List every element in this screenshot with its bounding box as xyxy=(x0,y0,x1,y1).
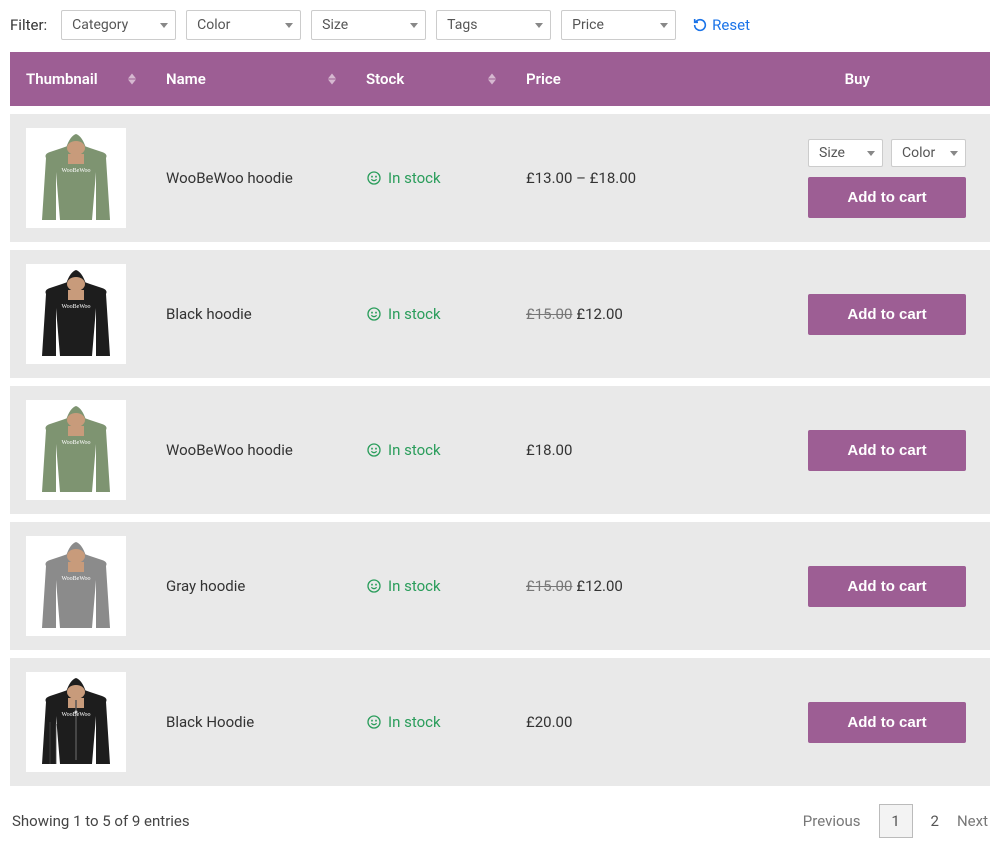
filter-category[interactable]: Category xyxy=(61,10,176,40)
stock-status: In stock xyxy=(366,441,494,459)
product-table: Thumbnail Name Stock Price Buy WooBeWoo … xyxy=(10,52,990,786)
undo-icon xyxy=(692,17,708,33)
filter-color[interactable]: Color xyxy=(186,10,301,40)
sort-icon xyxy=(328,74,336,85)
reset-label: Reset xyxy=(712,16,750,34)
add-to-cart-button[interactable]: Add to cart xyxy=(808,702,966,743)
product-thumbnail[interactable]: WooBeWoo xyxy=(26,672,126,772)
svg-text:WooBeWoo: WooBeWoo xyxy=(61,304,90,310)
next-button[interactable]: Next xyxy=(957,812,988,830)
product-thumbnail[interactable]: WooBeWoo xyxy=(26,400,126,500)
product-name[interactable]: Black hoodie xyxy=(150,242,350,378)
smiley-icon xyxy=(366,578,382,594)
previous-button[interactable]: Previous xyxy=(803,812,861,830)
product-thumbnail[interactable]: WooBeWoo xyxy=(26,264,126,364)
add-to-cart-button[interactable]: Add to cart xyxy=(808,566,966,607)
col-thumbnail[interactable]: Thumbnail xyxy=(10,52,150,106)
filter-price[interactable]: Price xyxy=(561,10,676,40)
filter-tags[interactable]: Tags xyxy=(436,10,551,40)
table-row: WooBeWoo WooBeWoo hoodie In stock £13.00 –… xyxy=(10,106,990,242)
stock-status: In stock xyxy=(366,305,494,323)
product-price: £13.00 – £18.00 xyxy=(510,106,690,242)
variant-color-select[interactable]: Color xyxy=(891,139,966,167)
smiley-icon xyxy=(366,170,382,186)
pagination: Previous 12 Next xyxy=(803,804,988,838)
smiley-icon xyxy=(366,442,382,458)
product-price: £20.00 xyxy=(510,650,690,786)
svg-text:WooBeWoo: WooBeWoo xyxy=(61,440,90,446)
sort-icon xyxy=(488,74,496,85)
table-footer: Showing 1 to 5 of 9 entries Previous 12 … xyxy=(10,786,990,844)
reset-button[interactable]: Reset xyxy=(692,16,750,34)
filter-label: Filter: xyxy=(10,16,47,34)
variant-size-select[interactable]: Size xyxy=(808,139,883,167)
svg-text:WooBeWoo: WooBeWoo xyxy=(61,712,90,718)
product-thumbnail[interactable]: WooBeWoo xyxy=(26,536,126,636)
product-name[interactable]: Black Hoodie xyxy=(150,650,350,786)
col-name[interactable]: Name xyxy=(150,52,350,106)
sort-icon xyxy=(128,74,136,85)
svg-text:WooBeWoo: WooBeWoo xyxy=(61,168,90,174)
product-price: £15.00£12.00 xyxy=(510,514,690,650)
filter-bar: Filter: Category Color Size Tags Price R… xyxy=(10,10,990,40)
stock-status: In stock xyxy=(366,713,494,731)
filter-size[interactable]: Size xyxy=(311,10,426,40)
product-thumbnail[interactable]: WooBeWoo xyxy=(26,128,126,228)
product-name[interactable]: WooBeWoo hoodie xyxy=(150,106,350,242)
smiley-icon xyxy=(366,714,382,730)
stock-status: In stock xyxy=(366,577,494,595)
stock-status: In stock xyxy=(366,169,494,187)
smiley-icon xyxy=(366,306,382,322)
svg-text:WooBeWoo: WooBeWoo xyxy=(61,576,90,582)
col-stock[interactable]: Stock xyxy=(350,52,510,106)
product-price: £15.00£12.00 xyxy=(510,242,690,378)
product-name[interactable]: WooBeWoo hoodie xyxy=(150,378,350,514)
table-row: WooBeWoo WooBeWoo hoodie In stock £18.00 Ad… xyxy=(10,378,990,514)
product-name[interactable]: Gray hoodie xyxy=(150,514,350,650)
add-to-cart-button[interactable]: Add to cart xyxy=(808,177,966,218)
page-number[interactable]: 2 xyxy=(931,812,939,830)
table-row: WooBeWoo Gray hoodie In stock £15.00£12.00… xyxy=(10,514,990,650)
entries-info: Showing 1 to 5 of 9 entries xyxy=(12,812,190,830)
table-row: WooBeWoo Black hoodie In stock £15.00£12.0… xyxy=(10,242,990,378)
product-price: £18.00 xyxy=(510,378,690,514)
add-to-cart-button[interactable]: Add to cart xyxy=(808,430,966,471)
col-buy: Buy xyxy=(690,52,990,106)
add-to-cart-button[interactable]: Add to cart xyxy=(808,294,966,335)
page-current[interactable]: 1 xyxy=(879,804,913,838)
col-price[interactable]: Price xyxy=(510,52,690,106)
table-row: WooBeWoo Black Hoodie In stock £20.00 Add t… xyxy=(10,650,990,786)
